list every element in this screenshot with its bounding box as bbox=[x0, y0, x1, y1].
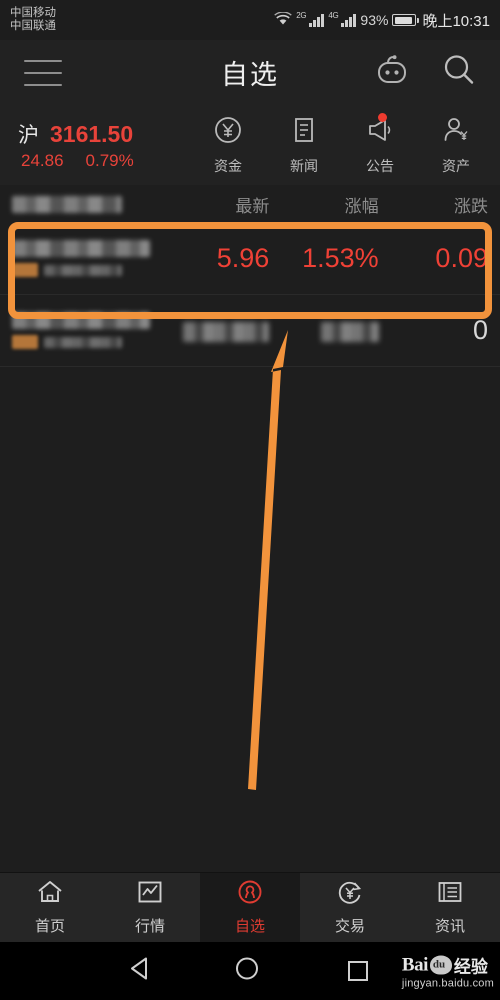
status-clock: 晚上10:31 bbox=[422, 12, 490, 30]
index-change-line: 24.86 0.79% bbox=[18, 151, 190, 171]
stock-name-obscured bbox=[12, 312, 150, 329]
carrier-labels: 中国移动 中国联通 bbox=[10, 7, 56, 33]
table-row[interactable]: 0 bbox=[0, 295, 500, 367]
stock-code-obscured bbox=[44, 336, 122, 348]
watermark-suffix: 经验 bbox=[453, 957, 488, 977]
signal-bars-2g-icon bbox=[309, 13, 325, 27]
stock-name-obscured bbox=[12, 240, 150, 257]
status-bar: 中国移动 中国联通 2G 4G 93% 晚上10:31 bbox=[0, 0, 500, 40]
column-header-change[interactable]: 涨跌 bbox=[401, 192, 488, 217]
carrier-primary: 中国移动 bbox=[10, 7, 56, 20]
signal-2g-label: 2G bbox=[296, 10, 307, 20]
tab-label: 资讯 bbox=[434, 918, 465, 935]
home-circle-icon[interactable] bbox=[234, 956, 260, 987]
app-header: 自选 bbox=[0, 40, 500, 105]
battery-icon bbox=[392, 14, 420, 26]
stock-code-obscured bbox=[44, 264, 122, 276]
quick-action-assets[interactable]: 资产 bbox=[441, 115, 471, 176]
watchlist-icon bbox=[236, 879, 264, 910]
column-header-name[interactable] bbox=[12, 195, 182, 213]
quick-action-funds[interactable]: 资金 bbox=[213, 115, 243, 176]
hamburger-menu-icon[interactable] bbox=[24, 59, 62, 86]
tab-label: 交易 bbox=[334, 918, 365, 935]
index-change-percent: 0.79% bbox=[85, 151, 134, 170]
quick-action-announcements[interactable]: 公告 bbox=[365, 112, 395, 176]
trade-yen-icon bbox=[336, 879, 364, 910]
bottom-tab-bar: 首页 行情 自选 交易 资讯 bbox=[0, 872, 500, 942]
tab-label: 自选 bbox=[234, 918, 265, 935]
cell-last-price: 5.96 bbox=[216, 243, 270, 273]
tab-trade[interactable]: 交易 bbox=[300, 873, 400, 942]
baidu-paw-icon: du bbox=[429, 955, 452, 975]
tab-label: 行情 bbox=[134, 918, 165, 935]
page-title: 自选 bbox=[221, 60, 279, 90]
baidu-watermark: Bai du 经验 jingyan.baidu.com bbox=[402, 953, 494, 990]
person-yen-icon bbox=[441, 115, 471, 150]
watermark-url: jingyan.baidu.com bbox=[401, 977, 494, 990]
yen-circle-icon bbox=[213, 115, 243, 150]
index-value: 3161.50 bbox=[50, 121, 134, 147]
value-obscured bbox=[320, 321, 379, 342]
tab-home[interactable]: 首页 bbox=[0, 873, 100, 942]
signal-bars-4g-icon bbox=[341, 13, 357, 27]
watermark-brand: Bai bbox=[401, 954, 428, 975]
index-summary[interactable]: 沪 3161.50 24.86 0.79% bbox=[0, 119, 190, 171]
column-header-change-percent[interactable]: 涨幅 bbox=[291, 192, 400, 217]
watermark-paw-text: du bbox=[432, 958, 446, 971]
notification-badge-dot bbox=[378, 112, 387, 122]
signal-4g-label: 4G bbox=[328, 10, 339, 20]
robot-assistant-icon[interactable] bbox=[372, 54, 412, 91]
carrier-secondary: 中国联通 bbox=[10, 20, 56, 32]
table-row[interactable]: 5.96 1.53% 0.09 bbox=[0, 223, 500, 295]
chart-icon bbox=[136, 879, 164, 910]
quick-action-label: 新闻 bbox=[290, 157, 318, 174]
cell-change-percent: 1.53% bbox=[302, 243, 379, 273]
tab-watchlist[interactable]: 自选 bbox=[200, 873, 300, 942]
document-icon bbox=[289, 115, 319, 150]
tab-information[interactable]: 资讯 bbox=[400, 873, 500, 942]
cell-change: 0.09 bbox=[435, 243, 488, 273]
market-tag-icon bbox=[12, 263, 38, 277]
wifi-icon bbox=[274, 10, 293, 29]
search-icon[interactable] bbox=[442, 53, 476, 92]
index-main-line: 沪 3161.50 bbox=[18, 119, 190, 149]
battery-percent: 93% bbox=[360, 12, 389, 28]
home-icon bbox=[36, 879, 64, 910]
quick-action-label: 资产 bbox=[442, 157, 470, 174]
quick-actions: 资金 新闻 公告 资产 bbox=[190, 112, 500, 176]
watermark-brand-row: Bai du 经验 bbox=[402, 953, 494, 978]
index-name: 沪 bbox=[18, 124, 39, 147]
stock-code-row bbox=[12, 335, 182, 349]
header-actions bbox=[372, 53, 476, 92]
market-tag-icon bbox=[12, 335, 38, 349]
quick-action-news[interactable]: 新闻 bbox=[289, 115, 319, 176]
back-triangle-icon[interactable] bbox=[128, 956, 152, 987]
app-screen: 中国移动 中国联通 2G 4G 93% 晚上10:31 自选 沪 3161.50… bbox=[0, 0, 500, 1000]
tab-quotes[interactable]: 行情 bbox=[100, 873, 200, 942]
index-change: 24.86 bbox=[21, 151, 64, 170]
stock-code-row bbox=[12, 263, 182, 277]
status-indicators: 2G 4G 93% 晚上10:31 bbox=[274, 10, 490, 31]
index-and-actions-bar: 沪 3161.50 24.86 0.79% 资金 新闻 公告 资产 bbox=[0, 105, 500, 185]
quick-action-label: 公告 bbox=[366, 157, 394, 174]
watchlist-header-row: 最新 涨幅 涨跌 bbox=[0, 185, 500, 223]
stock-name-cell bbox=[12, 240, 182, 277]
watchlist-table: 最新 涨幅 涨跌 5.96 1.53% 0.09 0 bbox=[0, 185, 500, 367]
news-icon bbox=[436, 879, 464, 910]
recents-square-icon[interactable] bbox=[348, 961, 368, 981]
cell-change: 0 bbox=[472, 315, 488, 345]
column-header-last[interactable]: 最新 bbox=[182, 192, 291, 217]
value-obscured bbox=[183, 321, 270, 342]
tab-label: 首页 bbox=[34, 918, 65, 935]
quick-action-label: 资金 bbox=[214, 157, 242, 174]
cell-change-percent bbox=[291, 315, 400, 346]
stock-name-cell bbox=[12, 312, 182, 349]
cell-last-price bbox=[182, 315, 291, 346]
android-nav-bar: Bai du 经验 jingyan.baidu.com bbox=[0, 942, 500, 1000]
